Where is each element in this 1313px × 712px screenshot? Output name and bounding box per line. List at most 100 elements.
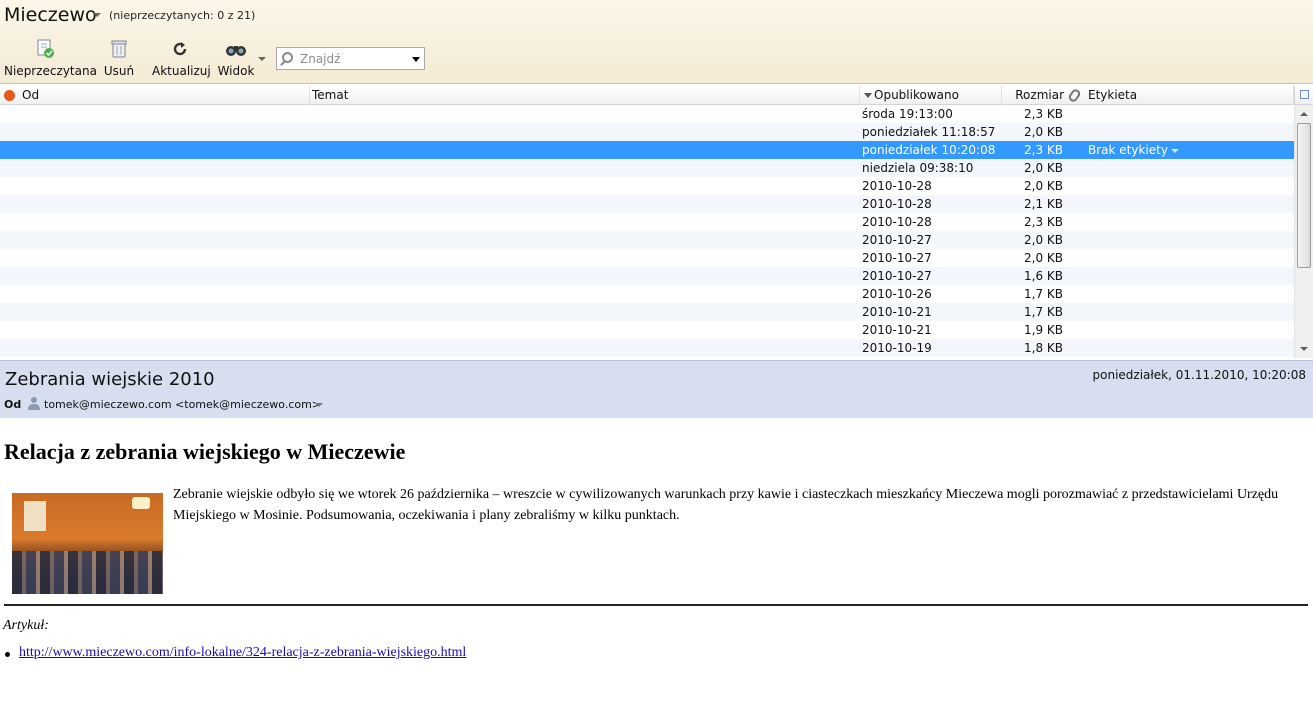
message-size: 1,7 KB: [1024, 287, 1063, 301]
column-header-published-label: Opublikowano: [874, 88, 959, 102]
column-header-label[interactable]: Etykieta: [1086, 86, 1294, 105]
mark-unread-button[interactable]: Nieprzeczytana: [4, 38, 97, 80]
message-published: środa 19:13:00: [862, 107, 953, 121]
message-label: Brak etykiety: [1088, 143, 1168, 157]
refresh-label: Aktualizuj: [152, 64, 211, 78]
feed-menu-chevron-down-icon[interactable]: [93, 13, 101, 17]
column-header-from[interactable]: Od: [20, 86, 310, 105]
message-published: 2010-10-21: [862, 305, 932, 319]
message-size: 2,1 KB: [1024, 197, 1063, 211]
article-photo: [12, 493, 163, 594]
message-published: 2010-10-28: [862, 197, 932, 211]
message-row[interactable]: TomekZebrania wiejskie 2010poniedziałek …: [0, 141, 1294, 159]
message-row[interactable]: TomekWybory samorządowe 20102010-10-271,…: [0, 267, 1294, 285]
message-published: 2010-10-27: [862, 233, 932, 247]
article-divider: [4, 604, 1308, 606]
unread-count: (nieprzeczytanych: 0 z 21): [109, 9, 256, 22]
message-row[interactable]: Ania WawrzyńczakNiezameldowany głos2010-…: [0, 177, 1294, 195]
column-picker-icon: [1300, 90, 1309, 99]
message-size: 1,6 KB: [1024, 269, 1063, 283]
paperclip-icon: [1067, 87, 1082, 104]
message-size: 2,0 KB: [1024, 179, 1063, 193]
sender-person-icon: [27, 397, 41, 411]
list-header: Od Temat Opublikowano Rozmiar Etykieta: [0, 86, 1313, 105]
column-picker[interactable]: [1294, 86, 1313, 105]
preview-from-label: Od: [4, 398, 22, 411]
message-published: niedziela 09:38:10: [862, 161, 974, 175]
view-button[interactable]: Widok: [216, 38, 256, 80]
search-dropdown-arrow-icon[interactable]: [412, 57, 420, 62]
list-bullet: [5, 652, 10, 657]
scroll-up-arrow-icon[interactable]: [1300, 112, 1308, 116]
message-label-cell[interactable]: Brak etykiety: [1088, 141, 1288, 159]
column-header-published[interactable]: Opublikowano: [860, 86, 1002, 105]
sort-descending-icon: [864, 93, 872, 98]
message-published: 2010-10-21: [862, 323, 932, 337]
message-size: 2,3 KB: [1024, 215, 1063, 229]
sender-menu-chevron-down-icon[interactable]: [315, 403, 323, 407]
preview-title: Zebrania wiejskie 2010: [5, 369, 215, 390]
message-size: 2,3 KB: [1024, 143, 1063, 157]
article-heading: Relacja z zebrania wiejskiego w Mieczewi…: [4, 439, 406, 464]
message-published: 2010-10-19: [862, 341, 932, 355]
message-row[interactable]: AdministratorPlanowe wyłączenie energii2…: [0, 285, 1294, 303]
message-rows: Ania WawrzyńczakGaz - informacje praktyc…: [0, 105, 1294, 358]
refresh-icon: [169, 38, 191, 60]
search-input[interactable]: [300, 50, 410, 67]
message-size: 1,8 KB: [1024, 341, 1063, 355]
message-published: 2010-10-28: [862, 215, 932, 229]
delete-button[interactable]: Usuń: [102, 38, 136, 80]
feed-title[interactable]: Mieczewo: [4, 4, 97, 26]
message-row[interactable]: AniaPrezydent z sąsiedztwaniedziela 09:3…: [0, 159, 1294, 177]
refresh-button[interactable]: Aktualizuj: [152, 38, 211, 80]
vertical-scrollbar[interactable]: [1294, 105, 1313, 358]
message-published: 2010-10-27: [862, 251, 932, 265]
scrollbar-thumb[interactable]: [1297, 123, 1311, 268]
column-header-attachment[interactable]: [1067, 86, 1084, 105]
column-header-status[interactable]: [0, 86, 20, 105]
message-row[interactable]: AdministratorZabranie wyborcze2010-10-27…: [0, 249, 1294, 267]
delete-label: Usuń: [103, 64, 135, 78]
article-source-link[interactable]: http://www.mieczewo.com/info-lokalne/324…: [19, 645, 466, 661]
message-row[interactable]: AdministratorPlan spotkania przedwyborcz…: [0, 123, 1294, 141]
mark-unread-label: Nieprzeczytana: [4, 64, 97, 78]
message-row[interactable]: AdministratorZebranie wiejskie2010-10-21…: [0, 321, 1294, 339]
message-published: 2010-10-28: [862, 179, 932, 193]
message-row[interactable]: Ania WawrzyńczakGaz - informacje praktyc…: [0, 105, 1294, 123]
message-row[interactable]: ŁukaszPasjoteka w bibliotece2010-10-191,…: [0, 339, 1294, 357]
message-row[interactable]: ŁukaszWenecja2010-10-211,7 KB: [0, 303, 1294, 321]
message-size: 2,3 KB: [1024, 107, 1063, 121]
message-list: Od Temat Opublikowano Rozmiar Etykieta A…: [0, 86, 1313, 358]
column-header-subject[interactable]: Temat: [310, 86, 860, 105]
message-size: 2,0 KB: [1024, 125, 1063, 139]
message-row[interactable]: Ania WawrzyńczakNiezameldowany, ale głos…: [0, 195, 1294, 213]
message-size: 2,0 KB: [1024, 251, 1063, 265]
article-paragraph: Zebranie wiejskie odbyło się we wtorek 2…: [173, 487, 1279, 523]
article-body: Relacja z zebrania wiejskiego w Mieczewi…: [0, 418, 1313, 712]
search-icon: [282, 52, 293, 63]
preview-header: Zebrania wiejskie 2010 poniedziałek, 01.…: [0, 360, 1313, 418]
search-box[interactable]: [276, 47, 425, 70]
message-size: 1,7 KB: [1024, 305, 1063, 319]
view-label: Widok: [217, 64, 255, 78]
message-row[interactable]: AdministratorZebranie wyborcze2010-10-27…: [0, 231, 1294, 249]
message-published: 2010-10-27: [862, 269, 932, 283]
scroll-down-arrow-icon[interactable]: [1300, 347, 1308, 351]
trash-icon: [108, 38, 130, 60]
photo-lamp: [132, 497, 150, 509]
message-published: poniedziałek 10:20:08: [862, 143, 996, 157]
status-star-icon: [4, 90, 15, 101]
message-row[interactable]: Joanna NowaczykRemigiusz Szuman c.d.2010…: [0, 213, 1294, 231]
message-size: 2,0 KB: [1024, 233, 1063, 247]
label-chevron-down-icon[interactable]: [1170, 148, 1179, 153]
view-menu-chevron-down-icon[interactable]: [258, 57, 266, 61]
message-published: poniedziałek 11:18:57: [862, 125, 996, 139]
message-size: 2,0 KB: [1024, 161, 1063, 175]
preview-sender[interactable]: tomek@mieczewo.com <tomek@mieczewo.com>: [44, 398, 321, 411]
article-source-label: Artykuł:: [3, 618, 49, 633]
message-size: 1,9 KB: [1024, 323, 1063, 337]
preview-date: poniedziałek, 01.11.2010, 10:20:08: [1092, 368, 1307, 382]
toolbar: Mieczewo (nieprzeczytanych: 0 z 21) Niep…: [0, 0, 1313, 84]
message-published: 2010-10-26: [862, 287, 932, 301]
column-header-size[interactable]: Rozmiar: [1002, 86, 1066, 105]
